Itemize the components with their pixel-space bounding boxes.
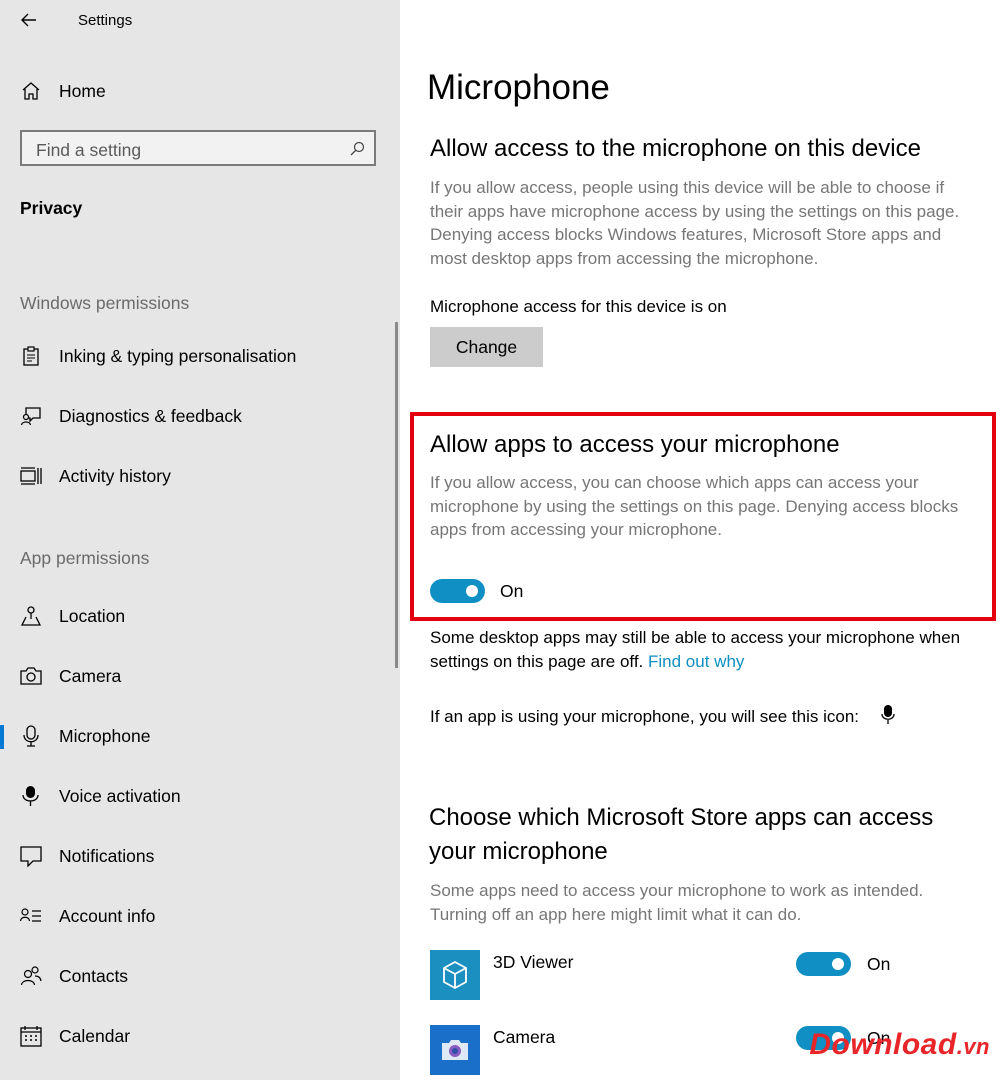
3d-viewer-toggle[interactable] bbox=[796, 952, 851, 976]
calendar-icon bbox=[20, 1025, 42, 1047]
sidebar-item-voice-activation[interactable]: Voice activation bbox=[0, 775, 400, 819]
sidebar-item-inking-typing[interactable]: Inking & typing personalisation bbox=[0, 335, 400, 379]
back-button[interactable] bbox=[14, 8, 46, 34]
window-title: Settings bbox=[78, 12, 133, 29]
change-button[interactable]: Change bbox=[430, 327, 543, 367]
sidebar-item-microphone[interactable]: Microphone bbox=[0, 715, 400, 759]
back-arrow-icon bbox=[21, 13, 36, 27]
device-access-status: Microphone access for this device is on bbox=[430, 297, 727, 316]
3d-viewer-toggle-label: On bbox=[867, 954, 891, 974]
store-apps-heading-line1: Choose which Microsoft Store apps can ac… bbox=[429, 804, 934, 831]
sidebar-item-home[interactable]: Home bbox=[0, 70, 400, 114]
toggle-knob bbox=[832, 958, 844, 970]
app-name-3d-viewer: 3D Viewer bbox=[493, 952, 574, 972]
app-name-camera: Camera bbox=[493, 1027, 556, 1047]
app-access-heading: Allow apps to access your microphone bbox=[430, 431, 840, 458]
page-title: Microphone bbox=[427, 68, 610, 107]
sidebar-item-label: Account info bbox=[59, 906, 156, 926]
title-bar: Settings bbox=[0, 0, 400, 42]
sidebar-item-label: Activity history bbox=[59, 466, 171, 486]
3d-viewer-icon bbox=[430, 950, 480, 1000]
search-input[interactable] bbox=[34, 138, 338, 162]
sidebar-item-label: Diagnostics & feedback bbox=[59, 406, 242, 426]
sidebar-item-label: Camera bbox=[59, 666, 122, 686]
sidebar-item-label: Voice activation bbox=[59, 786, 181, 806]
activity-icon bbox=[20, 465, 42, 487]
app-access-description: If you allow access, you can choose whic… bbox=[430, 473, 959, 539]
camera-app-icon bbox=[430, 1025, 480, 1075]
notifications-icon bbox=[20, 845, 42, 867]
sidebar-item-label: Notifications bbox=[59, 846, 155, 866]
sidebar-item-contacts[interactable]: Contacts bbox=[0, 955, 400, 999]
section-title-privacy: Privacy bbox=[20, 198, 83, 218]
sidebar-item-label: Inking & typing personalisation bbox=[59, 346, 297, 366]
camera-icon bbox=[20, 665, 42, 687]
store-apps-heading-line2: your microphone bbox=[429, 838, 608, 865]
desktop-apps-note: Some desktop apps may still be able to a… bbox=[430, 626, 990, 674]
windows-permissions-heading: Windows permissions bbox=[20, 293, 190, 313]
watermark-brand: Download bbox=[809, 1028, 957, 1061]
main-content: Microphone Allow access to the microphon… bbox=[400, 0, 1002, 1080]
sidebar-item-diagnostics-feedback[interactable]: Diagnostics & feedback bbox=[0, 395, 400, 439]
sidebar-item-camera[interactable]: Camera bbox=[0, 655, 400, 699]
find-out-why-link[interactable]: Find out why bbox=[648, 652, 744, 671]
store-apps-description: Some apps need to access your microphone… bbox=[430, 881, 924, 924]
sidebar-item-activity-history[interactable]: Activity history bbox=[0, 455, 400, 499]
microphone-icon bbox=[20, 725, 42, 747]
search-icon[interactable] bbox=[348, 140, 366, 158]
home-icon bbox=[20, 80, 42, 102]
toggle-knob bbox=[466, 585, 478, 597]
voice-activation-icon bbox=[20, 785, 42, 807]
mic-in-use-note: If an app is using your microphone, you … bbox=[430, 707, 860, 726]
app-access-toggle[interactable] bbox=[430, 579, 485, 603]
search-box[interactable] bbox=[20, 130, 376, 166]
sidebar: Settings Home Privacy Windows permission… bbox=[0, 0, 400, 1080]
selection-indicator bbox=[0, 725, 4, 749]
sidebar-item-calendar[interactable]: Calendar bbox=[0, 1015, 400, 1059]
account-info-icon bbox=[20, 905, 42, 927]
device-access-heading: Allow access to the microphone on this d… bbox=[430, 135, 921, 162]
sidebar-item-label: Location bbox=[59, 606, 126, 626]
sidebar-scrollbar[interactable] bbox=[395, 322, 398, 668]
clipboard-icon bbox=[20, 345, 42, 367]
sidebar-item-location[interactable]: Location bbox=[0, 595, 400, 639]
app-access-toggle-label: On bbox=[500, 581, 524, 601]
sidebar-item-label: Microphone bbox=[59, 726, 151, 746]
sidebar-item-label: Home bbox=[59, 81, 106, 101]
sidebar-item-label: Calendar bbox=[59, 1026, 131, 1046]
watermark-logo: Download.vn bbox=[809, 1028, 990, 1062]
feedback-icon bbox=[20, 405, 42, 427]
app-permissions-heading: App permissions bbox=[20, 548, 150, 568]
contacts-icon bbox=[20, 965, 42, 987]
sidebar-item-notifications[interactable]: Notifications bbox=[0, 835, 400, 879]
device-access-description: If you allow access, people using this d… bbox=[430, 178, 960, 268]
microphone-in-use-icon bbox=[881, 704, 895, 726]
watermark-tld: .vn bbox=[956, 1034, 990, 1059]
location-icon bbox=[20, 605, 42, 627]
sidebar-item-label: Contacts bbox=[59, 966, 129, 986]
sidebar-item-account-info[interactable]: Account info bbox=[0, 895, 400, 939]
